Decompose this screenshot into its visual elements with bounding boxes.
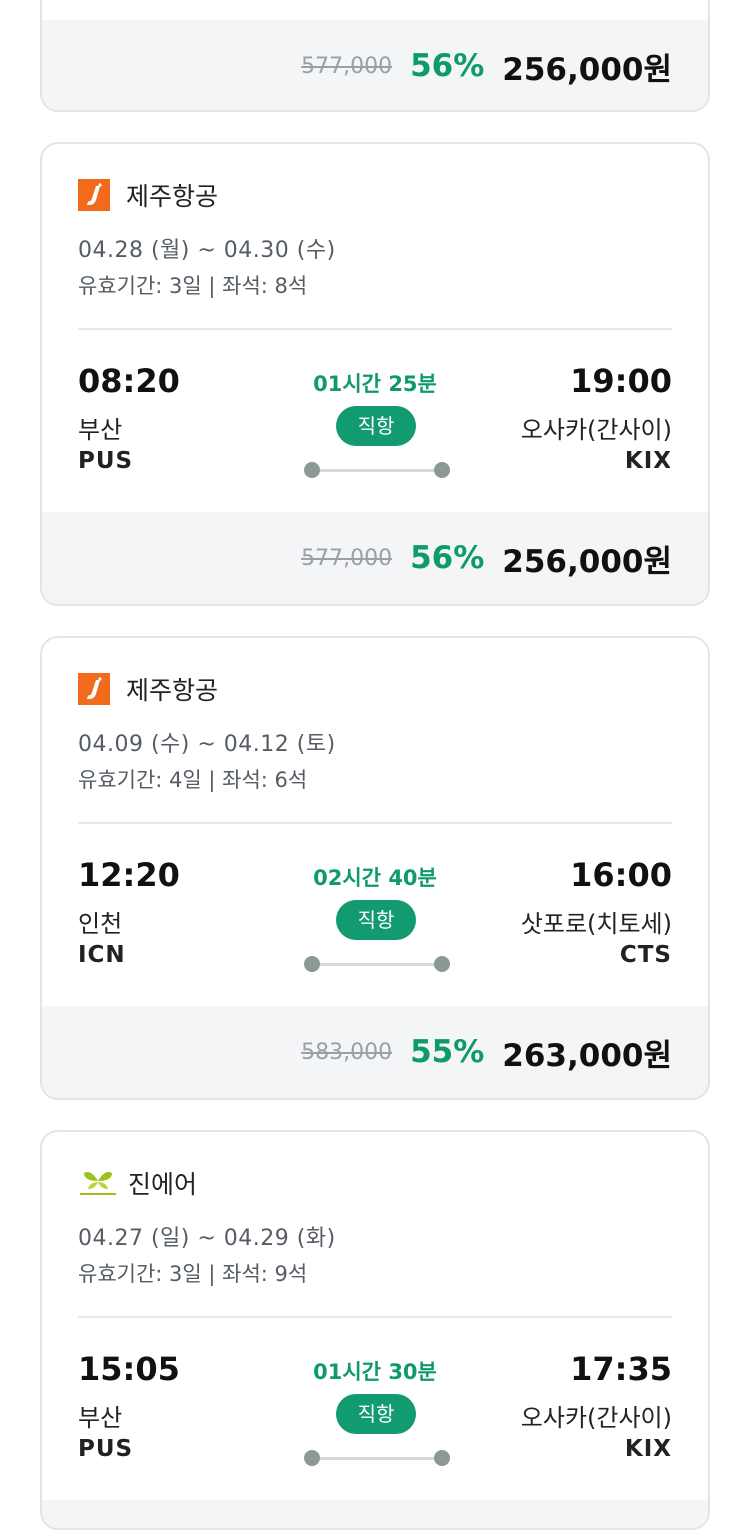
sale-price: 256,000원 <box>502 51 672 88</box>
travel-dates: 04.09 (수) ~ 04.12 (토) <box>78 732 336 757</box>
sale-price: 263,000원 <box>502 1037 672 1074</box>
arrival-city: 삿포로(치토세) <box>520 910 672 938</box>
validity-seats: 유효기간: 3일 | 좌석: 8석 <box>78 274 308 298</box>
destination-dot <box>434 462 450 478</box>
flight-card[interactable]: 제주항공 04.09 (수) ~ 04.12 (토) 유효기간: 4일 | 좌석… <box>40 636 710 1100</box>
origin-dot <box>304 1450 320 1466</box>
jin-air-logo-icon <box>80 1172 116 1195</box>
arrival-time: 16:00 <box>570 856 672 894</box>
airline-name: 제주항공 <box>126 676 219 705</box>
travel-dates: 04.28 (월) ~ 04.30 (수) <box>78 238 336 263</box>
jeju-air-logo-icon <box>78 179 110 211</box>
sale-price: 256,000원 <box>502 543 672 580</box>
origin-dot <box>304 956 320 972</box>
route-line <box>304 956 450 972</box>
direct-flight-badge: 직항 <box>336 406 416 446</box>
price-bar: 577,000 56% 256,000원 <box>42 512 708 604</box>
divider <box>78 1316 672 1318</box>
price-bar: 583,000 55% 263,000원 <box>42 1006 708 1098</box>
departure-code: PUS <box>78 1436 134 1462</box>
arrival-time: 19:00 <box>570 362 672 400</box>
arrival-city: 오사카(간사이) <box>520 1404 672 1432</box>
destination-dot <box>434 956 450 972</box>
validity-seats: 유효기간: 3일 | 좌석: 9석 <box>78 1262 308 1286</box>
flight-card[interactable]: 진에어 04.27 (일) ~ 04.29 (화) 유효기간: 3일 | 좌석:… <box>40 1130 710 1530</box>
flight-duration: 02시간 40분 <box>313 866 437 890</box>
departure-time: 08:20 <box>78 362 180 400</box>
departure-code: ICN <box>78 942 126 968</box>
divider <box>78 328 672 330</box>
discount-rate: 55% <box>410 1034 485 1070</box>
departure-city: 부산 <box>78 1404 123 1432</box>
original-price: 577,000 <box>301 53 393 79</box>
flight-card[interactable]: 제주항공 04.28 (월) ~ 04.30 (수) 유효기간: 3일 | 좌석… <box>40 142 710 606</box>
departure-city: 인천 <box>78 910 123 938</box>
departure-code: PUS <box>78 448 134 474</box>
arrival-city: 오사카(간사이) <box>520 416 672 444</box>
divider <box>78 822 672 824</box>
route-line <box>304 1450 450 1466</box>
route-line <box>304 462 450 478</box>
destination-dot <box>434 1450 450 1466</box>
discount-rate: 56% <box>410 540 485 576</box>
price-bar <box>42 1500 708 1528</box>
origin-dot <box>304 462 320 478</box>
jeju-air-logo-icon <box>78 673 110 705</box>
price-bar: 577,000 56% 256,000원 <box>42 20 708 110</box>
arrival-time: 17:35 <box>570 1350 672 1388</box>
departure-city: 부산 <box>78 416 123 444</box>
arrival-code: CTS <box>619 942 672 968</box>
departure-time: 15:05 <box>78 1350 180 1388</box>
direct-flight-badge: 직항 <box>336 900 416 940</box>
arrival-code: KIX <box>624 448 672 474</box>
airline-name: 진에어 <box>128 1170 198 1199</box>
travel-dates: 04.27 (일) ~ 04.29 (화) <box>78 1226 336 1251</box>
departure-time: 12:20 <box>78 856 180 894</box>
flight-card-top[interactable]: 577,000 56% 256,000원 <box>40 0 710 112</box>
flight-duration: 01시간 30분 <box>313 1360 437 1384</box>
flight-duration: 01시간 25분 <box>313 372 437 396</box>
direct-flight-badge: 직항 <box>336 1394 416 1434</box>
original-price: 583,000 <box>301 1039 393 1065</box>
discount-rate: 56% <box>410 48 485 84</box>
arrival-code: KIX <box>624 1436 672 1462</box>
original-price: 577,000 <box>301 545 393 571</box>
airline-name: 제주항공 <box>126 182 219 211</box>
validity-seats: 유효기간: 4일 | 좌석: 6석 <box>78 768 308 792</box>
